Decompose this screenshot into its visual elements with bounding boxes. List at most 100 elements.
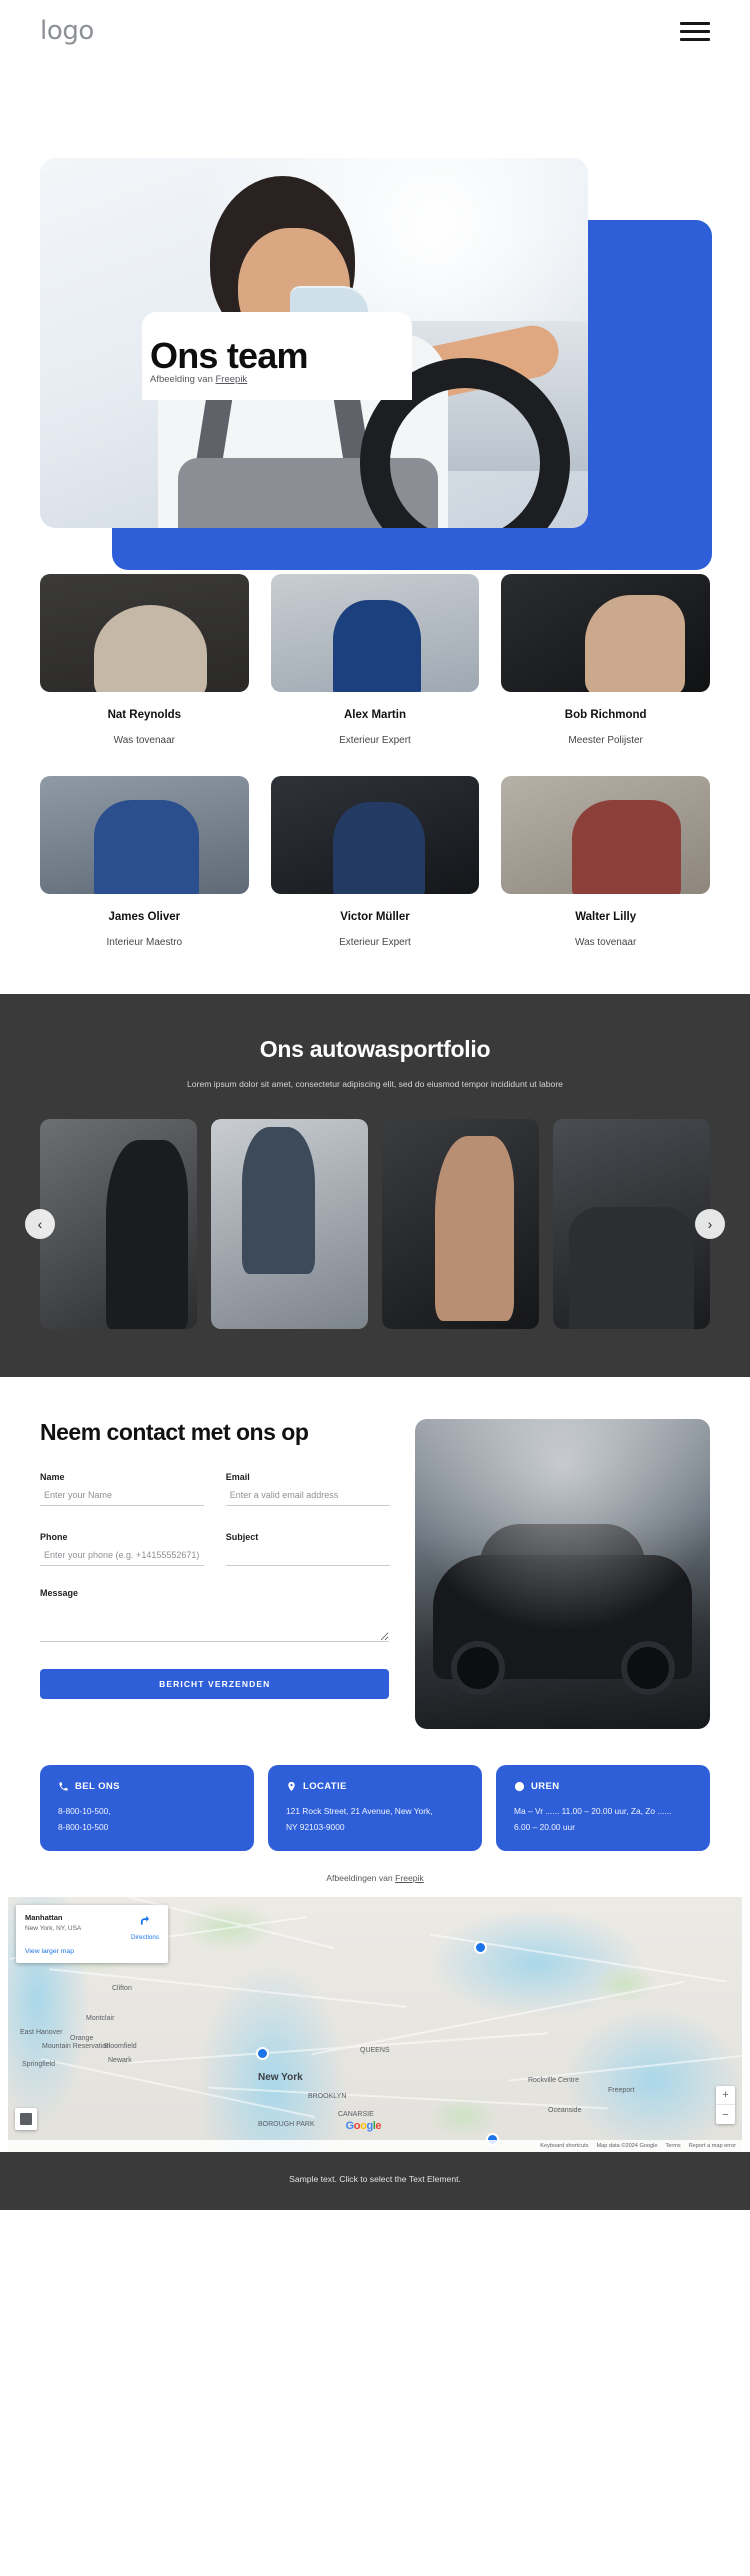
subject-label: Subject bbox=[225, 1532, 259, 1542]
team-member-role: Was tovenaar bbox=[113, 735, 175, 746]
carousel-slide[interactable] bbox=[553, 1119, 710, 1329]
map-zoom-controls: + − bbox=[716, 2086, 735, 2125]
team-member-role: Meester Polijster bbox=[568, 735, 643, 746]
carousel-next-icon[interactable]: › bbox=[695, 1209, 725, 1239]
name-label: Name bbox=[40, 1472, 65, 1482]
subject-input[interactable] bbox=[225, 1542, 390, 1566]
carousel-slide[interactable] bbox=[40, 1119, 197, 1329]
map-info-card[interactable]: Manhattan New York, NY, USA Directions V… bbox=[16, 1905, 168, 1964]
team-grid: Nat Reynolds Was tovenaar Alex Martin Ex… bbox=[40, 574, 710, 964]
map-directions-button[interactable]: Directions bbox=[131, 1913, 159, 1941]
map-marker[interactable] bbox=[256, 2047, 269, 2061]
hamburger-menu-icon[interactable] bbox=[680, 21, 710, 41]
burger-bar-3 bbox=[680, 37, 710, 41]
map-label: East Hanover bbox=[20, 2029, 63, 2037]
map-place-address: New York, NY, USA bbox=[25, 1925, 82, 1933]
hero-credit-link[interactable]: Freepik bbox=[216, 374, 248, 385]
team-member-name: Walter Lilly bbox=[575, 911, 637, 923]
page-root: logo Ons team Afbeelding van Freepik Nat… bbox=[0, 0, 750, 2211]
info-card-line-1: Ma – Vr ...... 11.00 – 20.00 uur, Za, Zo… bbox=[514, 1806, 672, 1816]
hero-section: Ons team Afbeelding van Freepik bbox=[0, 80, 750, 570]
images-credit: Afbeeldingen van Freepik bbox=[0, 1851, 750, 1897]
team-member-card[interactable]: Walter Lilly Was tovenaar bbox=[501, 776, 710, 964]
map-label: Freeport bbox=[608, 2087, 635, 2095]
email-label: Email bbox=[225, 1472, 250, 1482]
burger-bar-1 bbox=[680, 21, 710, 25]
contact-section: Neem contact met ons op Name Email Phone bbox=[0, 1377, 750, 1739]
page-title: Ons team bbox=[150, 335, 308, 376]
info-card-line-1: 8-800-10-500, bbox=[58, 1806, 111, 1816]
burger-bar-2 bbox=[680, 29, 710, 33]
info-card-location[interactable]: LOCATIE 121 Rock Street, 21 Avenue, New … bbox=[268, 1765, 482, 1852]
info-card-header: UREN bbox=[514, 1781, 692, 1792]
team-member-photo bbox=[270, 776, 480, 894]
map-data-copyright: Map data ©2024 Google bbox=[596, 2143, 658, 2150]
map-label: Orange bbox=[70, 2035, 94, 2043]
info-card-line-1: 121 Rock Street, 21 Avenue, New York, bbox=[286, 1806, 433, 1816]
contact-image-car-wash bbox=[415, 1419, 710, 1729]
team-member-card[interactable]: Alex Martin Exterieur Expert bbox=[270, 574, 480, 762]
name-field-group: Name bbox=[40, 1472, 204, 1506]
email-input[interactable] bbox=[225, 1482, 390, 1506]
map-keyboard-shortcuts[interactable]: Keyboard shortcuts bbox=[540, 2143, 588, 2149]
info-card-header: LOCATIE bbox=[286, 1781, 464, 1792]
subject-field-group: Subject bbox=[225, 1532, 390, 1566]
location-pin-icon bbox=[288, 1781, 295, 1792]
info-card-call-us[interactable]: BEL ONS 8-800-10-500, 8-800-10-500 bbox=[40, 1765, 254, 1852]
portfolio-title: Ons autowasportfolio bbox=[259, 1036, 491, 1062]
team-member-card[interactable]: Nat Reynolds Was tovenaar bbox=[40, 574, 249, 762]
team-member-card[interactable]: James Oliver Interieur Maestro bbox=[40, 776, 249, 964]
carousel-prev-icon[interactable]: ‹ bbox=[25, 1209, 55, 1239]
images-credit-link[interactable]: Freepik bbox=[395, 1873, 424, 1883]
contact-title: Neem contact met ons op bbox=[40, 1419, 309, 1445]
info-cards-row: BEL ONS 8-800-10-500, 8-800-10-500 LOCAT… bbox=[0, 1739, 750, 1852]
map-label: Montclair bbox=[86, 2015, 115, 2023]
info-card-line-2: 8-800-10-500 bbox=[58, 1821, 109, 1832]
message-textarea[interactable] bbox=[40, 1598, 390, 1642]
team-member-name: Alex Martin bbox=[343, 709, 406, 721]
view-larger-map-link[interactable]: View larger map bbox=[25, 1948, 159, 1955]
images-credit-prefix: Afbeeldingen van bbox=[326, 1873, 396, 1884]
team-member-role: Interieur Maestro bbox=[106, 937, 183, 948]
directions-arrow-icon bbox=[140, 1916, 150, 1925]
info-card-line-2: NY 92103-9000 bbox=[286, 1821, 345, 1832]
info-card-body: Ma – Vr ...... 11.00 – 20.00 uur, Za, Zo… bbox=[514, 1804, 692, 1835]
footer-sample-text[interactable]: Sample text. Click to select the Text El… bbox=[0, 2174, 750, 2184]
info-card-line-2: 6.00 – 20.00 uur bbox=[514, 1821, 576, 1832]
map-directions-label: Directions bbox=[131, 1934, 159, 1942]
info-card-header: BEL ONS bbox=[58, 1781, 236, 1792]
team-member-card[interactable]: Bob Richmond Meester Polijster bbox=[501, 574, 710, 762]
info-card-body: 121 Rock Street, 21 Avenue, New York, NY… bbox=[286, 1804, 464, 1835]
send-message-button[interactable]: BERICHT VERZENDEN bbox=[40, 1669, 390, 1699]
phone-input[interactable] bbox=[40, 1542, 204, 1566]
team-member-photo bbox=[270, 574, 480, 692]
name-input[interactable] bbox=[40, 1482, 204, 1506]
map-label: Newark bbox=[108, 2057, 132, 2065]
map-place-name: Manhattan bbox=[25, 1913, 63, 1923]
site-header: logo bbox=[0, 0, 750, 62]
map-label: Springfield bbox=[22, 2061, 56, 2069]
map-label: BOROUGH PARK bbox=[258, 2121, 315, 2129]
portfolio-section: Ons autowasportfolio Lorem ipsum dolor s… bbox=[0, 994, 750, 1377]
team-member-name: James Oliver bbox=[108, 911, 181, 923]
map-terms-link[interactable]: Terms bbox=[666, 2143, 681, 2149]
carousel-slide[interactable] bbox=[211, 1119, 368, 1329]
map-zoom-in-button[interactable]: + bbox=[716, 2086, 735, 2106]
map-report-error-link[interactable]: Report a map error bbox=[689, 2143, 736, 2149]
team-member-role: Exterieur Expert bbox=[339, 937, 411, 948]
map-streetview-button[interactable] bbox=[15, 2108, 37, 2131]
info-card-hours[interactable]: UREN Ma – Vr ...... 11.00 – 20.00 uur, Z… bbox=[496, 1765, 710, 1852]
team-member-photo bbox=[501, 776, 710, 894]
clock-icon bbox=[514, 1781, 525, 1792]
carousel-slide[interactable] bbox=[382, 1119, 539, 1329]
map-label: Rockville Centre bbox=[528, 2077, 579, 2085]
phone-label: Phone bbox=[40, 1532, 68, 1542]
map-label: CANARSIE bbox=[338, 2111, 374, 2119]
google-map[interactable]: Manhattan New York, NY, USA Directions V… bbox=[8, 1897, 742, 2153]
map-marker[interactable] bbox=[474, 1941, 487, 1955]
info-card-title: LOCATIE bbox=[303, 1781, 347, 1792]
team-member-card[interactable]: Victor Müller Exterieur Expert bbox=[270, 776, 480, 964]
map-zoom-out-button[interactable]: − bbox=[716, 2105, 735, 2124]
portfolio-carousel: ‹ › bbox=[0, 1119, 750, 1329]
site-logo[interactable]: logo bbox=[40, 16, 94, 46]
